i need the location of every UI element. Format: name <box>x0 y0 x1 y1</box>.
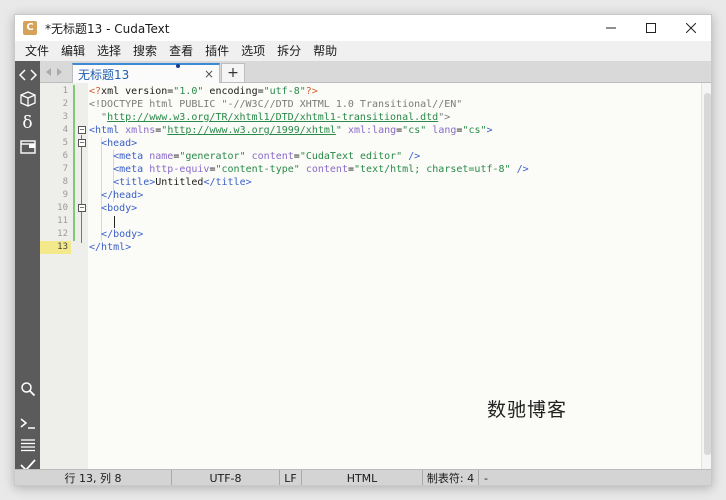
close-icon <box>686 23 696 33</box>
arrow-left-icon <box>46 68 51 76</box>
code-editor[interactable]: 1 2 3 4 5 6 7 8 9 10 11 12 13 − − − <?xm… <box>40 83 711 469</box>
code-line: <!DOCTYPE html PUBLIC "-//W3C//DTD XHTML… <box>89 99 463 110</box>
status-lexer[interactable]: HTML <box>302 470 423 485</box>
code-line: <head> <box>101 138 138 149</box>
output-list-icon <box>20 439 35 452</box>
code-line: <html xmlns="http://www.w3.org/1999/xhtm… <box>89 125 493 136</box>
menu-view[interactable]: 查看 <box>163 41 199 61</box>
code-line: "http://www.w3.org/TR/xhtml1/DTD/xhtml1-… <box>89 112 451 123</box>
scrollbar-thumb[interactable] <box>704 93 711 455</box>
code-line: </body> <box>101 229 144 240</box>
code-line: </html> <box>89 242 132 253</box>
fold-line <box>81 135 82 243</box>
line-number: 2 <box>62 99 68 109</box>
status-extra: - <box>484 472 488 485</box>
new-tab-button[interactable]: + <box>221 63 245 82</box>
sidebar-output-button[interactable] <box>15 433 40 457</box>
tab-scroll-arrows[interactable] <box>44 61 64 83</box>
sidebar: δ <box>15 61 40 471</box>
code-line: <body> <box>101 203 138 214</box>
line-number: 6 <box>62 151 68 161</box>
project-icon <box>19 91 36 107</box>
line-number: 8 <box>62 177 68 187</box>
sidebar-code-tree-button[interactable] <box>15 63 40 87</box>
line-number: 4 <box>62 125 68 135</box>
line-number: 12 <box>57 229 68 239</box>
text-cursor <box>114 216 115 228</box>
code-line: <meta http-equiv="content-type" content=… <box>113 164 529 175</box>
line-number: 9 <box>62 190 68 200</box>
code-line: <title>Untitled</title> <box>113 177 252 188</box>
tab-label: 无标题13 <box>78 67 130 82</box>
app-window: C *无标题13 - CudaText 文件 编辑 选择 搜索 查看 插件 选项… <box>14 14 712 486</box>
fold-toggle-body[interactable]: − <box>78 204 86 212</box>
window-title: *无标题13 - CudaText <box>45 21 170 36</box>
sidebar-tabs-button[interactable] <box>15 135 40 159</box>
status-tab-size[interactable]: 制表符: 4 <box>423 470 479 485</box>
menu-edit[interactable]: 编辑 <box>55 41 91 61</box>
menu-search[interactable]: 搜索 <box>127 41 163 61</box>
title-bar: C *无标题13 - CudaText <box>15 15 711 41</box>
status-position[interactable]: 行 13, 列 8 <box>15 470 172 485</box>
code-line: <meta name="generator" content="CudaText… <box>113 151 421 162</box>
menu-split[interactable]: 拆分 <box>271 41 307 61</box>
window-controls <box>591 15 711 41</box>
line-number: 3 <box>62 112 68 122</box>
line-number: 5 <box>62 138 68 148</box>
code-line: </head> <box>101 190 144 201</box>
tab-bar: 无标题13 × + <box>40 61 711 83</box>
menu-select[interactable]: 选择 <box>91 41 127 61</box>
tabs-icon <box>19 140 36 154</box>
tab-close-button[interactable]: × <box>204 67 214 81</box>
snippet-icon: δ <box>22 113 33 133</box>
arrow-right-icon <box>57 68 62 76</box>
status-encoding[interactable]: UTF-8 <box>172 470 280 485</box>
sidebar-snippets-button[interactable]: δ <box>15 111 40 135</box>
editor-tab[interactable]: 无标题13 × <box>72 63 220 83</box>
line-number: 11 <box>57 216 68 226</box>
watermark-text: 数驰博客 <box>487 399 568 421</box>
current-line-number: 13 <box>40 241 71 254</box>
menu-options[interactable]: 选项 <box>235 41 271 61</box>
line-number: 1 <box>62 86 68 96</box>
fold-toggle-html[interactable]: − <box>78 126 86 134</box>
cudatext-app-icon: C <box>23 21 37 35</box>
code-text[interactable]: <?xml version="1.0" encoding="utf-8"?> <… <box>89 85 529 254</box>
line-number: 7 <box>62 164 68 174</box>
status-bar: 行 13, 列 8 UTF-8 LF HTML 制表符: 4 - <box>15 469 711 485</box>
menu-plugins[interactable]: 插件 <box>199 41 235 61</box>
status-line-ending[interactable]: LF <box>280 470 302 485</box>
modified-lines-bar <box>73 85 75 241</box>
minimize-button[interactable] <box>591 15 631 41</box>
code-line: <?xml version="1.0" encoding="utf-8"?> <box>89 86 318 97</box>
minimize-icon <box>606 27 616 29</box>
close-window-button[interactable] <box>671 15 711 41</box>
line-number: 10 <box>57 203 68 213</box>
vertical-scrollbar[interactable] <box>701 83 711 469</box>
search-icon <box>20 382 35 397</box>
menu-help[interactable]: 帮助 <box>307 41 343 61</box>
code-tree-icon <box>18 69 37 81</box>
fold-toggle-head[interactable]: − <box>78 139 86 147</box>
console-icon <box>20 418 35 429</box>
sidebar-search-button[interactable] <box>15 377 40 401</box>
menu-bar: 文件 编辑 选择 搜索 查看 插件 选项 拆分 帮助 <box>15 41 711 61</box>
maximize-button[interactable] <box>631 15 671 41</box>
maximize-icon <box>646 23 656 33</box>
editor-gutter: 1 2 3 4 5 6 7 8 9 10 11 12 13 − − − <box>40 83 88 469</box>
modified-dot-icon <box>176 64 180 68</box>
menu-file[interactable]: 文件 <box>19 41 55 61</box>
sidebar-project-button[interactable] <box>15 87 40 111</box>
line-numbers: 1 2 3 4 5 6 7 8 9 10 11 12 13 <box>40 85 71 254</box>
sidebar-console-button[interactable] <box>15 411 40 435</box>
